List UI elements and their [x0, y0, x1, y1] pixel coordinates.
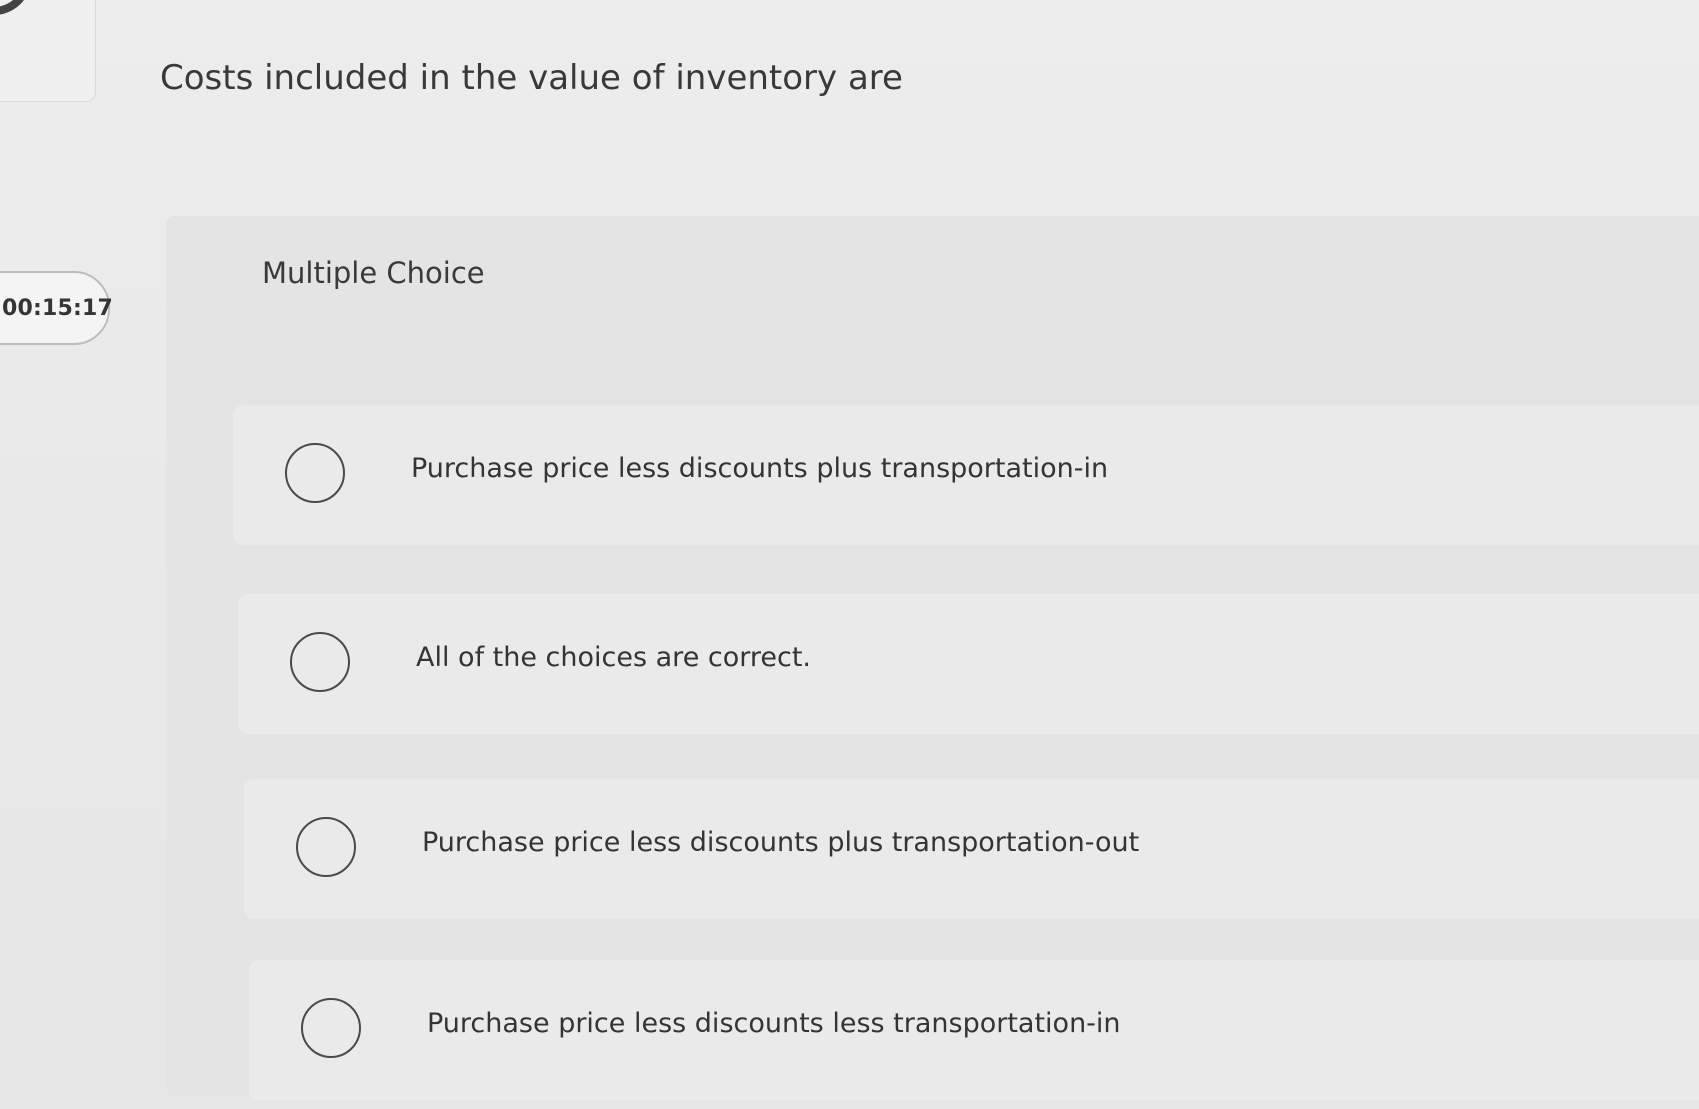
answer-option-label: Purchase price less discounts plus trans…	[411, 453, 1109, 484]
radio-button-icon[interactable]	[290, 632, 350, 692]
radio-button-icon[interactable]	[296, 817, 356, 877]
answer-option-label: Purchase price less discounts plus trans…	[422, 827, 1140, 858]
question-text: Costs included in the value of inventory…	[160, 58, 903, 98]
question-type-label: Multiple Choice	[262, 256, 485, 290]
answer-option-3[interactable]: Purchase price less discounts plus trans…	[244, 779, 1699, 919]
answer-option-1[interactable]: Purchase price less discounts plus trans…	[233, 405, 1699, 545]
answer-option-4[interactable]: Purchase price less discounts less trans…	[249, 960, 1699, 1100]
radio-button-icon[interactable]	[301, 998, 361, 1058]
answer-option-label: Purchase price less discounts less trans…	[427, 1008, 1121, 1039]
progress-arc-icon	[0, 0, 40, 25]
radio-button-icon[interactable]	[285, 443, 345, 503]
top-left-badge	[0, 0, 96, 102]
timer-badge: 00:15:17	[0, 271, 113, 345]
answer-option-label: All of the choices are correct.	[416, 642, 812, 673]
answer-option-2[interactable]: All of the choices are correct.	[238, 594, 1699, 734]
quiz-screen: 00:15:17 Costs included in the value of …	[0, 0, 1699, 1109]
